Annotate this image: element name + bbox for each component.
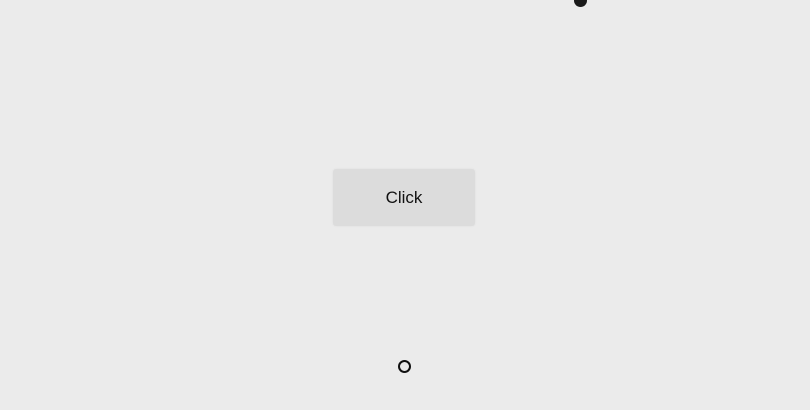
- filled-circle-icon: [574, 0, 587, 7]
- page-canvas: Click: [0, 0, 810, 410]
- cursor-ring-icon: [398, 360, 411, 373]
- click-button[interactable]: Click: [333, 169, 475, 226]
